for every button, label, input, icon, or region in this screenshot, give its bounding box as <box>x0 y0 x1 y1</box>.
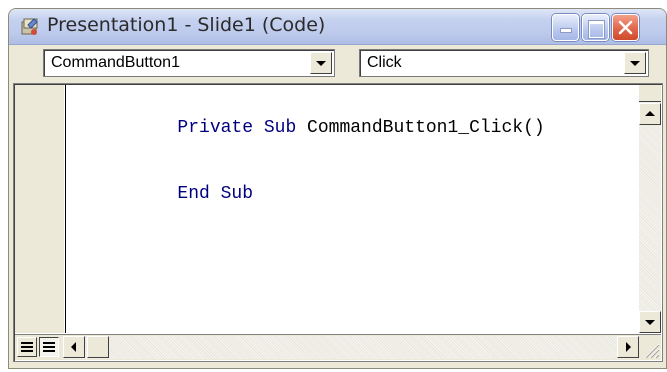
horizontal-scroll-thumb[interactable] <box>87 336 109 358</box>
scroll-down-arrow-icon[interactable] <box>639 311 661 333</box>
scroll-up-arrow-icon[interactable] <box>639 103 661 125</box>
scroll-right-arrow-icon[interactable] <box>617 336 639 358</box>
vertical-scrollbar[interactable] <box>639 85 661 333</box>
vertical-scroll-thumb[interactable] <box>639 85 661 102</box>
procedure-combobox-value: Click <box>367 54 402 71</box>
procedure-view-icon <box>21 342 33 354</box>
code-keyword: Private Sub <box>177 118 308 138</box>
vba-code-module-icon <box>21 18 38 35</box>
procedure-dropdown-arrow-icon[interactable] <box>624 52 646 74</box>
window-title: Presentation1 - Slide1 (Code) <box>47 14 326 36</box>
object-dropdown-arrow-icon[interactable] <box>310 52 332 74</box>
maximize-button[interactable] <box>582 14 609 41</box>
full-module-view-icon <box>43 342 55 354</box>
procedure-combobox[interactable]: Click <box>359 49 649 77</box>
horizontal-scrollbar[interactable] <box>63 336 639 359</box>
scroll-left-arrow-icon[interactable] <box>63 336 85 358</box>
code-text: CommandButton1_Click() <box>307 118 545 138</box>
bottom-strip <box>15 334 661 360</box>
code-line[interactable]: Private Sub CommandButton1_Click() <box>91 95 545 161</box>
object-combobox-value: CommandButton1 <box>51 54 180 71</box>
minimize-button[interactable] <box>552 14 579 41</box>
full-module-view-button[interactable] <box>39 337 59 357</box>
code-editor[interactable]: Private Sub CommandButton1_Click() End S… <box>66 85 638 333</box>
close-icon <box>618 20 633 35</box>
object-combobox[interactable]: CommandButton1 <box>43 49 335 77</box>
close-button[interactable] <box>612 14 639 41</box>
title-bar[interactable]: Presentation1 - Slide1 (Code) <box>9 9 666 45</box>
code-window: Presentation1 - Slide1 (Code) CommandBut… <box>8 8 667 369</box>
code-keyword: End Sub <box>177 184 254 204</box>
procedure-view-button[interactable] <box>17 337 37 357</box>
margin-indicator-bar[interactable] <box>15 85 65 333</box>
resize-grip-icon[interactable] <box>640 339 660 359</box>
code-line[interactable]: End Sub <box>91 161 253 227</box>
code-pane: Private Sub CommandButton1_Click() End S… <box>13 83 663 362</box>
